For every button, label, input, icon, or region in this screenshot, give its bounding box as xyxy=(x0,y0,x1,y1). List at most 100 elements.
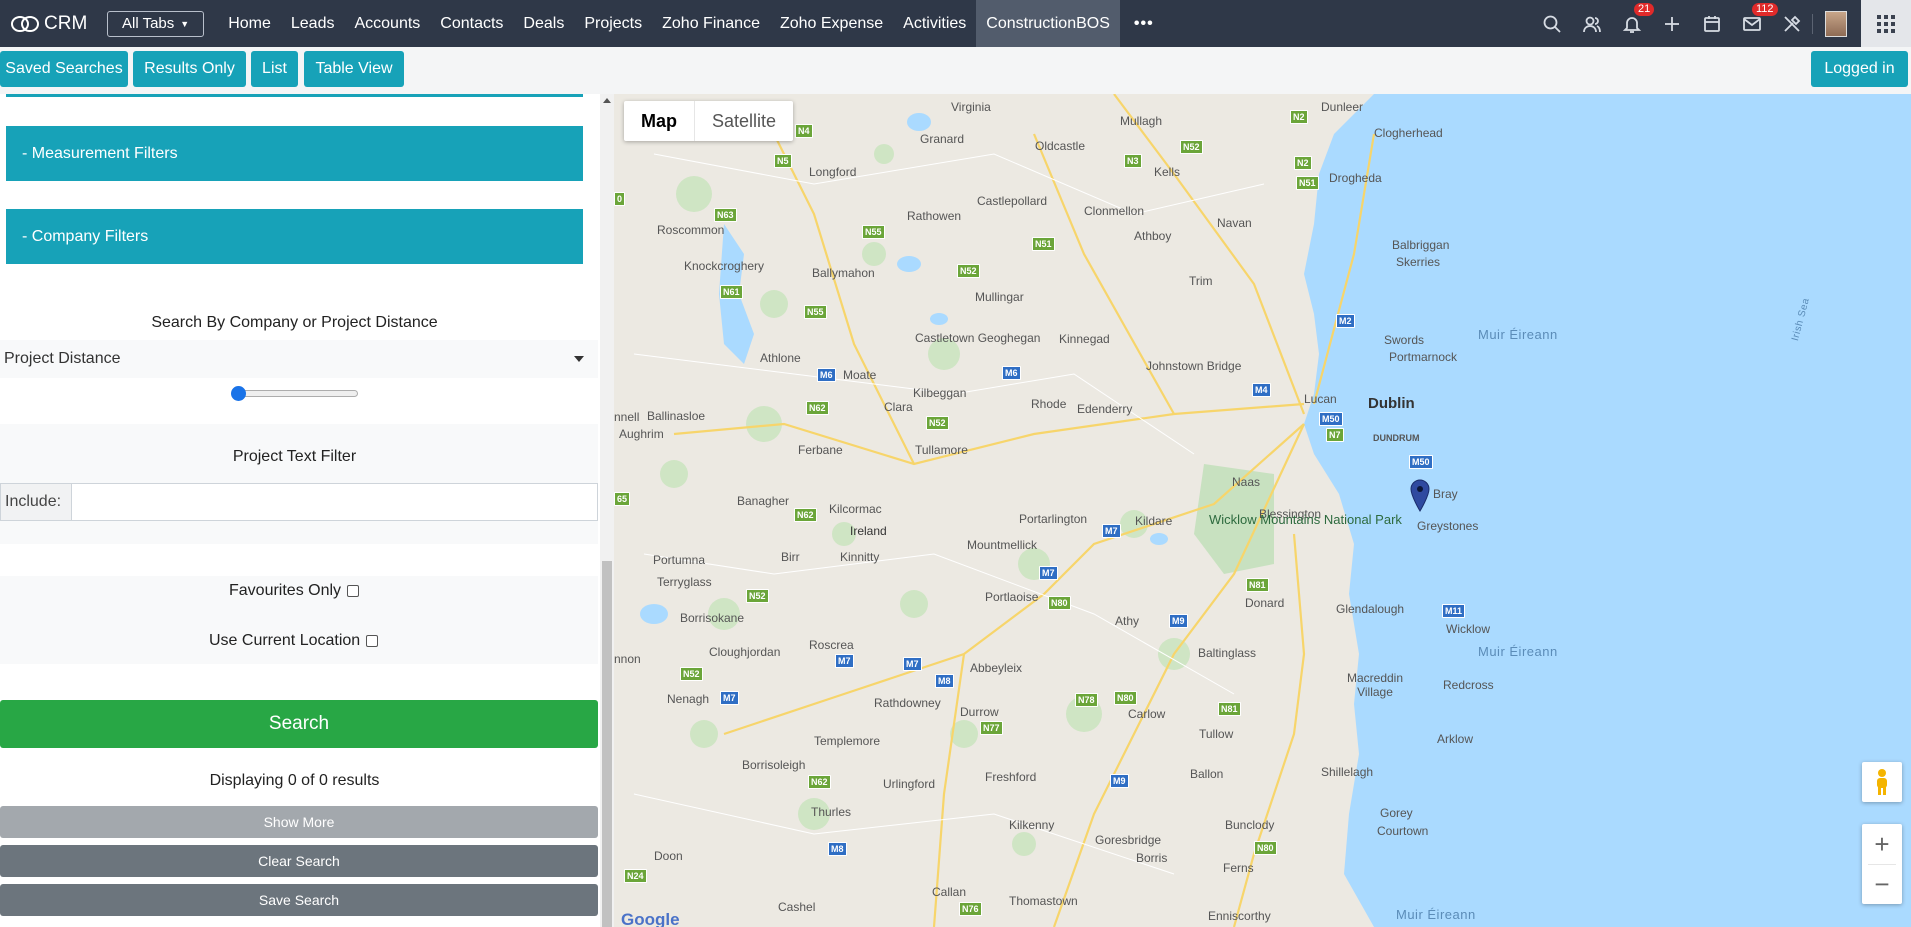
place-label: Balbriggan xyxy=(1392,238,1450,252)
place-label: Freshford xyxy=(985,770,1037,784)
place-label: Borrisoleigh xyxy=(742,758,806,772)
tab-constructionbos[interactable]: ConstructionBOS xyxy=(976,0,1120,47)
tab-home[interactable]: Home xyxy=(218,0,281,47)
favourites-only-label: Favourites Only xyxy=(229,582,342,599)
place-label: Edenderry xyxy=(1077,402,1133,416)
distance-slider[interactable] xyxy=(231,386,358,401)
map-type-map-button[interactable]: Map xyxy=(624,101,695,141)
caret-down-icon xyxy=(574,356,584,362)
place-label: nnell xyxy=(614,410,640,424)
avatar[interactable] xyxy=(1825,10,1847,37)
place-label: Bunclody xyxy=(1225,818,1275,832)
location-pin-icon[interactable] xyxy=(1409,478,1431,512)
place-label: Enniscorthy xyxy=(1208,909,1271,923)
calendar-icon[interactable] xyxy=(1692,0,1732,47)
place-label: Banagher xyxy=(737,494,790,508)
place-label: Ireland xyxy=(850,524,887,538)
map-type-satellite-button[interactable]: Satellite xyxy=(695,101,793,141)
contacts-icon[interactable] xyxy=(1572,0,1612,47)
tab-projects[interactable]: Projects xyxy=(574,0,652,47)
scroll-up-arrow-icon[interactable] xyxy=(603,98,611,103)
favourites-only-row[interactable]: Favourites Only xyxy=(229,582,360,600)
company-filters-header[interactable]: - Company Filters xyxy=(6,209,583,264)
place-label: Drogheda xyxy=(1329,171,1382,185)
street-view-pegman-icon[interactable] xyxy=(1862,762,1902,802)
tab-deals[interactable]: Deals xyxy=(513,0,574,47)
place-label: Mountmellick xyxy=(967,538,1038,552)
saved-searches-button[interactable]: Saved Searches xyxy=(0,51,128,87)
tab-zoho-finance[interactable]: Zoho Finance xyxy=(652,0,770,47)
sea-label: Muir Éireann xyxy=(1478,327,1558,342)
include-input[interactable] xyxy=(71,483,598,521)
search-icon[interactable] xyxy=(1532,0,1572,47)
place-label: Kells xyxy=(1154,165,1181,179)
park-label: Wicklow Mountains National Park xyxy=(1209,512,1402,527)
zoom-out-button[interactable]: − xyxy=(1862,865,1902,904)
map-view[interactable]: Virginia Mullagh Dunleer Clogherhead Gra… xyxy=(614,94,1911,927)
place-label: Castletown Geoghegan xyxy=(915,331,1041,345)
table-view-button[interactable]: Table View xyxy=(304,51,404,87)
clear-search-button[interactable]: Clear Search xyxy=(0,845,598,877)
search-toolbar: Saved Searches Results Only List Table V… xyxy=(0,47,1911,94)
favourites-only-checkbox[interactable] xyxy=(347,585,360,597)
google-logo: Google xyxy=(621,910,680,927)
all-tabs-dropdown[interactable]: All Tabs ▼ xyxy=(107,10,205,37)
scrollbar-thumb[interactable] xyxy=(602,561,612,927)
results-only-button[interactable]: Results Only xyxy=(133,51,246,87)
place-label: Clara xyxy=(884,400,913,414)
place-label: Redcross xyxy=(1443,678,1494,692)
tab-contacts[interactable]: Contacts xyxy=(430,0,513,47)
place-label: Moate xyxy=(843,368,877,382)
show-more-button[interactable]: Show More xyxy=(0,806,598,838)
logged-in-button[interactable]: Logged in xyxy=(1811,51,1908,87)
place-label: Skerries xyxy=(1396,255,1441,269)
tab-zoho-expense[interactable]: Zoho Expense xyxy=(770,0,893,47)
place-label: Borris xyxy=(1136,851,1168,865)
place-label: Greystones xyxy=(1417,519,1479,533)
place-label: Baltinglass xyxy=(1198,646,1257,660)
more-tabs-button[interactable]: ••• xyxy=(1120,0,1168,47)
search-button[interactable]: Search xyxy=(0,700,598,748)
place-label: Borrisokane xyxy=(680,611,745,625)
use-current-location-checkbox[interactable] xyxy=(366,635,379,647)
place-label: Granard xyxy=(920,132,965,146)
place-label: Clogherhead xyxy=(1374,126,1443,140)
plus-icon[interactable] xyxy=(1652,0,1692,47)
save-search-button[interactable]: Save Search xyxy=(0,884,598,916)
place-label: Portmarnock xyxy=(1389,350,1458,364)
place-label: Kilbeggan xyxy=(913,386,967,400)
tab-leads[interactable]: Leads xyxy=(281,0,345,47)
slider-handle[interactable] xyxy=(231,386,246,401)
tab-accounts[interactable]: Accounts xyxy=(344,0,430,47)
caret-down-icon: ▼ xyxy=(180,18,190,29)
place-label: Thomastown xyxy=(1009,894,1078,908)
place-label: Trim xyxy=(1189,274,1213,288)
place-label: Athy xyxy=(1115,614,1140,628)
measurement-filters-header[interactable]: - Measurement Filters xyxy=(6,126,583,181)
zoom-in-button[interactable]: + xyxy=(1862,824,1902,864)
place-label: Longford xyxy=(809,165,857,179)
place-label: Macreddin Village xyxy=(1346,671,1404,699)
apps-grid-icon[interactable] xyxy=(1861,0,1911,47)
place-label: Urlingford xyxy=(883,777,936,791)
list-button[interactable]: List xyxy=(251,51,298,87)
filter-panel-scrollbar[interactable] xyxy=(600,94,614,927)
use-current-location-row[interactable]: Use Current Location xyxy=(209,632,379,650)
tab-activities[interactable]: Activities xyxy=(893,0,976,47)
tools-icon[interactable] xyxy=(1772,0,1812,47)
place-label: Kilcormac xyxy=(829,502,882,516)
place-label: Swords xyxy=(1384,333,1425,347)
place-label: Knockcroghery xyxy=(684,259,765,273)
all-tabs-label: All Tabs xyxy=(122,15,175,32)
place-label: Arklow xyxy=(1437,732,1474,746)
crm-logo-icon xyxy=(11,15,39,32)
marker-label: Bray xyxy=(1433,487,1458,501)
mail-icon[interactable]: 112 xyxy=(1732,0,1778,47)
text-filter-heading: Project Text Filter xyxy=(232,448,357,465)
place-label: Dublin xyxy=(1368,395,1415,412)
distance-type-select[interactable]: Project Distance xyxy=(0,340,598,378)
place-label: Roscommon xyxy=(657,223,725,237)
place-label: Mullingar xyxy=(975,290,1024,304)
crm-logo[interactable]: CRM xyxy=(0,13,100,35)
bell-icon[interactable]: 21 xyxy=(1612,0,1655,47)
